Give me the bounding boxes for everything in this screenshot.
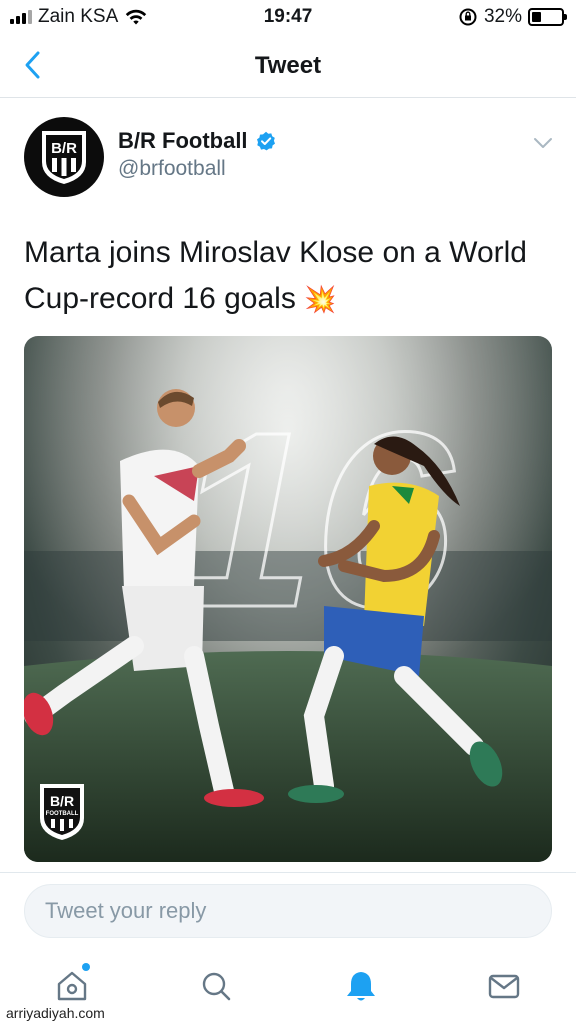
status-bar: Zain KSA 19:47 32%: [0, 0, 576, 34]
tweet-body: Marta joins Miroslav Klose on a World Cu…: [24, 236, 527, 315]
notifications-icon: [347, 972, 375, 1001]
author-name-text: B/R Football: [118, 128, 248, 153]
tab-home[interactable]: [52, 966, 92, 1006]
chevron-down-icon[interactable]: [532, 134, 554, 152]
nav-bar: Tweet: [0, 34, 576, 98]
battery-percent: 32%: [483, 6, 522, 27]
tab-messages[interactable]: [484, 966, 524, 1006]
reply-input[interactable]: Tweet your reply: [24, 884, 552, 938]
tweet-text: Marta joins Miroslav Klose on a World Cu…: [24, 230, 554, 322]
home-icon: [57, 971, 87, 1001]
battery-fill: [532, 12, 541, 22]
search-icon: [202, 972, 231, 1001]
divider: [0, 872, 576, 873]
messages-icon: [488, 974, 520, 999]
br-watermark-logo: B/R FOOTBALL: [40, 784, 84, 840]
tab-search[interactable]: [196, 966, 236, 1006]
status-right: 32%: [458, 6, 567, 28]
media-logo-subtext: FOOTBALL: [46, 811, 79, 817]
avatar[interactable]: B/R: [24, 117, 104, 197]
media-logo-text: B/R: [50, 793, 74, 809]
orientation-lock-icon: [459, 8, 477, 26]
reply-placeholder: Tweet your reply: [45, 898, 207, 923]
verified-badge-icon: [256, 131, 275, 151]
collision-emoji-icon: 💥: [304, 284, 337, 314]
tab-notifications[interactable]: [341, 966, 381, 1006]
tweet-media-image[interactable]: 16 B/R FOOTBALL: [24, 336, 552, 862]
watermark-text: arriyadiyah.com: [6, 1005, 105, 1021]
author-name[interactable]: B/R Football: [118, 128, 276, 154]
svg-text:B/R: B/R: [51, 140, 77, 157]
battery-icon: [528, 8, 567, 26]
page-title: Tweet: [254, 52, 322, 79]
author-handle[interactable]: @brfootball: [118, 157, 226, 181]
br-football-logo-icon: B/R: [42, 131, 86, 184]
home-notification-dot: [82, 963, 90, 971]
media-illustration: 16 B/R FOOTBALL: [24, 336, 552, 862]
